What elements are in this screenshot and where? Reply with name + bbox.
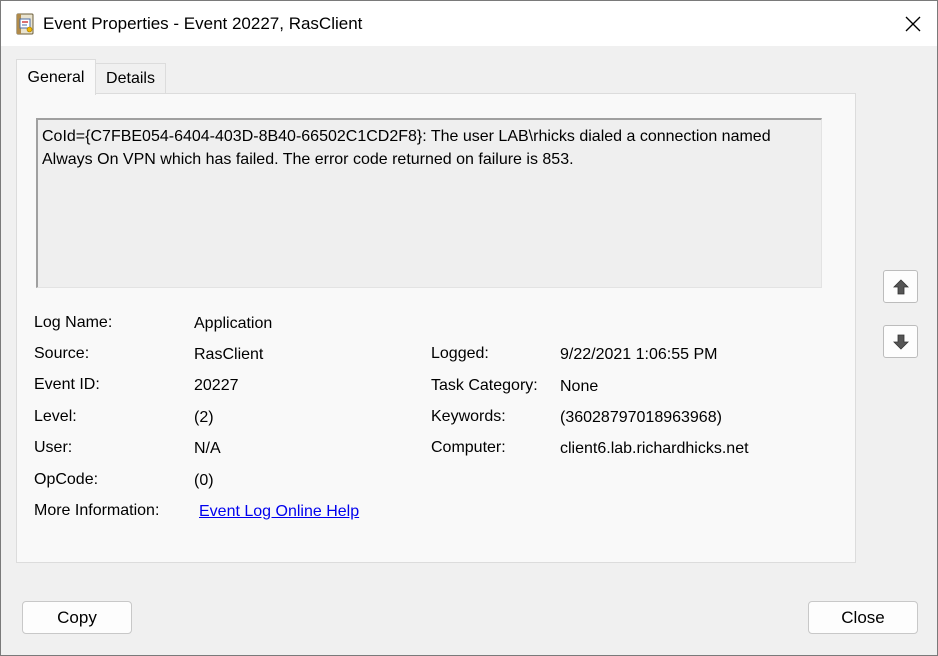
arrow-down-icon [892, 333, 910, 351]
tab-general[interactable]: General [16, 59, 96, 95]
user-value: N/A [194, 440, 221, 457]
tab-details[interactable]: Details [96, 63, 166, 94]
event-log-online-help-link[interactable]: Event Log Online Help [199, 503, 359, 521]
log-name-value: Application [194, 315, 273, 332]
logged-value: 9/22/2021 1:06:55 PM [560, 346, 718, 363]
event-id-value: 20227 [194, 377, 239, 394]
keywords-value: (36028797018963968) [560, 409, 722, 426]
event-viewer-icon [15, 13, 35, 35]
close-button[interactable]: Close [808, 601, 918, 634]
event-id-label: Event ID: [34, 376, 100, 393]
user-label: User: [34, 439, 73, 456]
previous-event-button[interactable] [883, 270, 918, 303]
event-properties-window: Event Properties - Event 20227, RasClien… [0, 0, 938, 656]
arrow-up-icon [892, 278, 910, 296]
log-name-label: Log Name: [34, 314, 113, 331]
close-icon[interactable] [894, 5, 932, 43]
event-description[interactable]: CoId={C7FBE054-6404-403D-8B40-66502C1CD2… [36, 118, 822, 288]
next-event-button[interactable] [883, 325, 918, 358]
opcode-label: OpCode: [34, 471, 99, 488]
title-bar[interactable]: Event Properties - Event 20227, RasClien… [1, 1, 937, 46]
copy-button[interactable]: Copy [22, 601, 132, 634]
logged-label: Logged: [431, 345, 489, 362]
level-label: Level: [34, 408, 77, 425]
task-category-label: Task Category: [431, 377, 538, 394]
source-value: RasClient [194, 346, 264, 363]
keywords-label: Keywords: [431, 408, 506, 425]
window-title: Event Properties - Event 20227, RasClien… [43, 14, 363, 33]
more-information-label: More Information: [34, 502, 160, 519]
opcode-value: (0) [194, 472, 214, 489]
computer-value: client6.lab.richardhicks.net [560, 440, 749, 457]
level-value: (2) [194, 409, 214, 426]
task-category-value: None [560, 378, 599, 395]
computer-label: Computer: [431, 439, 506, 456]
source-label: Source: [34, 345, 90, 362]
